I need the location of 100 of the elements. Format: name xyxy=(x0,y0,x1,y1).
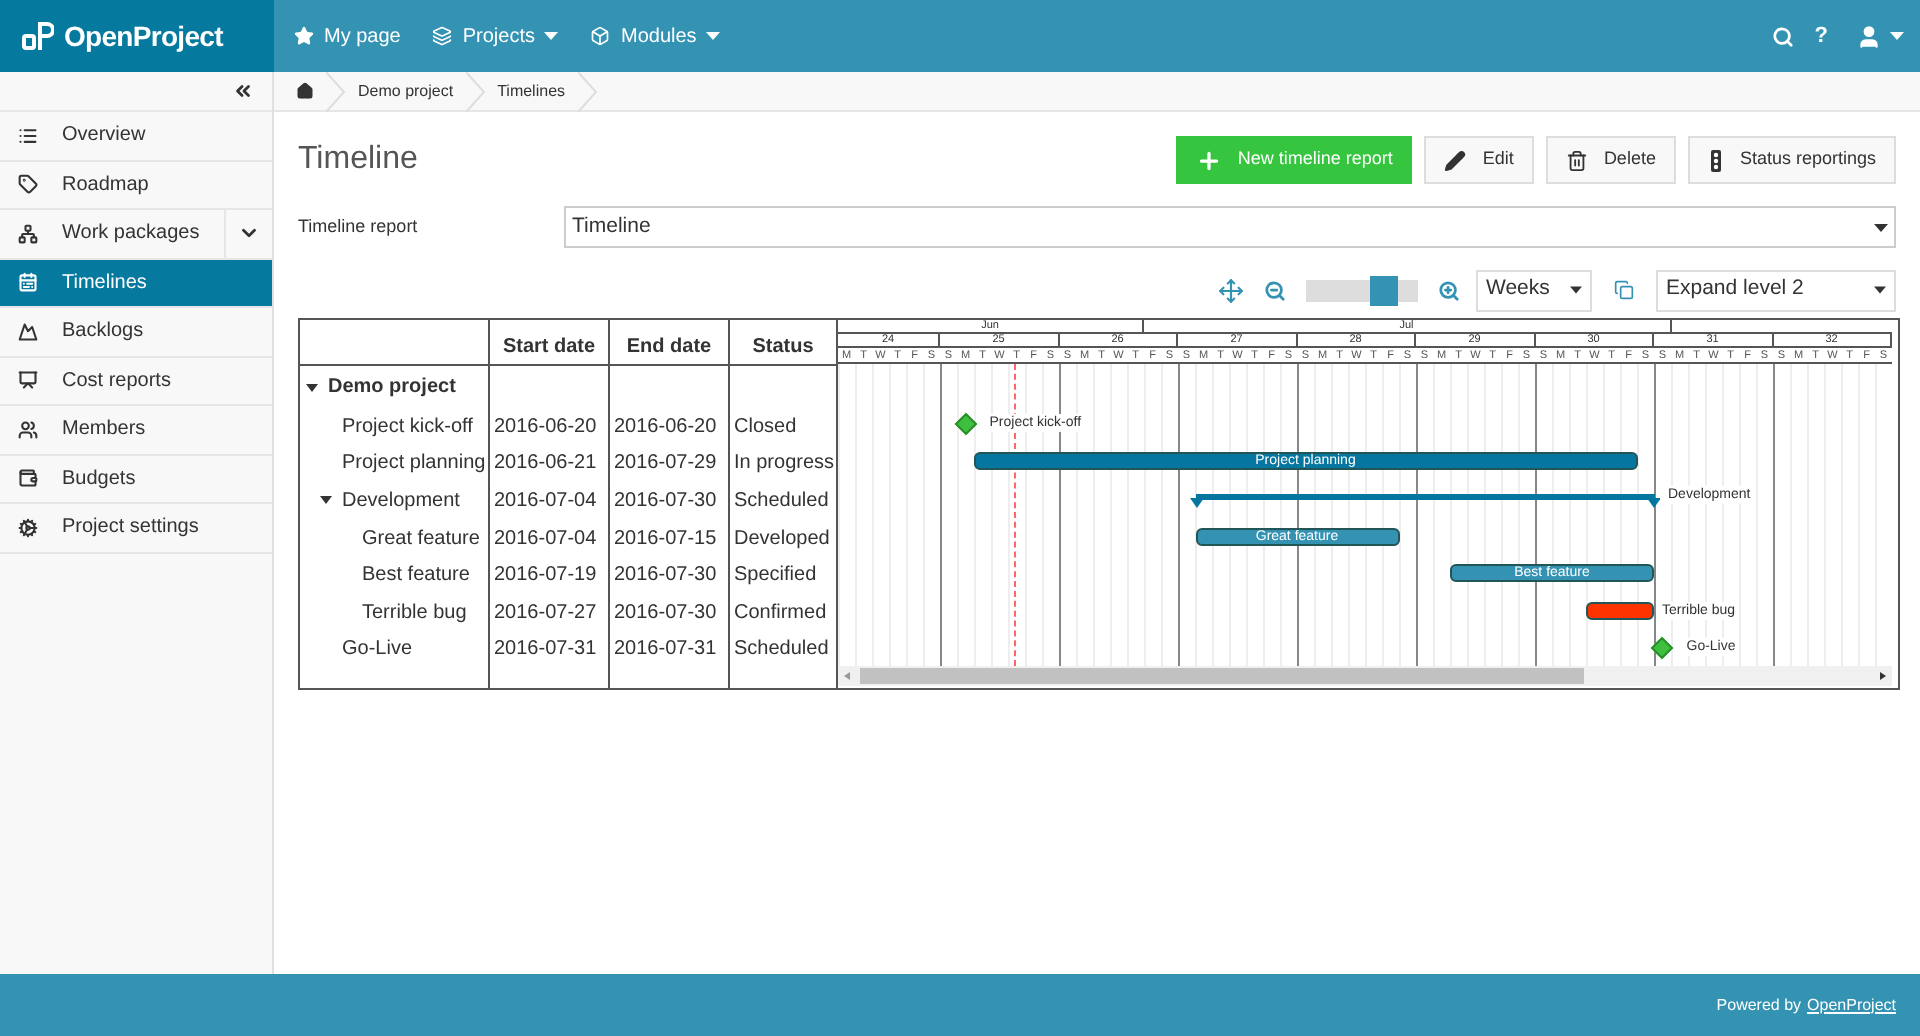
report-label: Timeline report xyxy=(298,213,420,240)
network-icon xyxy=(18,223,38,244)
zoom-out-icon[interactable] xyxy=(1264,279,1286,301)
sidebar-item-label: Work packages xyxy=(62,220,200,249)
caret-icon xyxy=(706,32,721,40)
table-cell-text: 2016-07-30 xyxy=(614,599,717,628)
caret-icon xyxy=(1890,32,1904,40)
table-cell-text: 2016-07-15 xyxy=(614,525,717,554)
slider-thumb[interactable] xyxy=(1370,275,1399,305)
expand-caret-icon[interactable] xyxy=(306,381,318,393)
help-link[interactable]: ? xyxy=(1814,19,1828,53)
table-cell-text: 2016-07-30 xyxy=(614,562,717,591)
traffic-light-icon xyxy=(1707,149,1724,171)
logo-icon[interactable] xyxy=(22,20,54,52)
calendar-icon xyxy=(18,272,38,293)
trash-icon xyxy=(1565,149,1588,171)
layers-icon xyxy=(432,26,453,46)
nav-menu-item[interactable]: Modules xyxy=(590,21,721,51)
table-cell-text: 2016-07-04 xyxy=(494,525,597,554)
sidebar-item-label: Backlogs xyxy=(62,318,144,347)
cog-icon xyxy=(18,517,38,538)
expand-caret-icon[interactable] xyxy=(320,494,332,507)
table-cell-text: Scheduled xyxy=(734,636,829,665)
sidebar-item-label: Cost reports xyxy=(62,367,171,396)
sidebar-item[interactable]: Roadmap xyxy=(0,161,272,210)
chart-icon xyxy=(18,370,38,391)
scale-select[interactable]: Weeks xyxy=(1476,269,1592,311)
table-cell-text: 2016-06-21 xyxy=(494,450,597,479)
footer-text: Powered by xyxy=(1716,993,1802,1017)
bug-bar[interactable] xyxy=(1586,601,1654,620)
group-bar[interactable] xyxy=(1189,493,1660,509)
action-button[interactable]: Status reportings xyxy=(1687,136,1896,184)
sidebar-item-label: Roadmap xyxy=(62,171,149,200)
sidebar-item-label: Members xyxy=(62,416,146,445)
search-icon[interactable] xyxy=(1772,25,1795,47)
sidebar-item[interactable]: Cost reports xyxy=(0,357,272,406)
column-header: End date xyxy=(610,320,730,364)
zoom-slider[interactable] xyxy=(1306,279,1418,301)
plus-icon xyxy=(1195,147,1222,173)
list-icon xyxy=(18,125,38,146)
logo-text[interactable]: OpenProject xyxy=(64,15,223,57)
table-cell-text: 2016-07-31 xyxy=(494,636,597,665)
table-cell-text: 2016-07-19 xyxy=(494,562,597,591)
star-icon xyxy=(294,26,314,46)
tree-item[interactable]: Development xyxy=(342,485,460,516)
table-cell-text: Specified xyxy=(734,562,817,591)
zoom-in-icon[interactable] xyxy=(1438,279,1460,301)
tag-icon xyxy=(18,174,38,195)
page-title: Timeline xyxy=(298,140,418,180)
nav-menu-item[interactable]: Projects xyxy=(432,21,559,51)
sidebar-item[interactable]: Backlogs xyxy=(0,308,272,357)
action-button[interactable]: Edit xyxy=(1424,136,1534,184)
horizontal-scrollbar[interactable] xyxy=(838,666,1892,687)
move-icon[interactable] xyxy=(1218,277,1244,303)
sidebar-item-label: Project settings xyxy=(62,514,199,543)
scroll-right-icon[interactable] xyxy=(1876,670,1888,683)
sidebar-item[interactable]: Project settings xyxy=(0,504,272,553)
tree-item[interactable]: Project kick-off xyxy=(342,411,473,442)
tree-item[interactable]: Great feature xyxy=(362,523,480,554)
caret-icon xyxy=(544,32,559,40)
tree-item[interactable]: Project planning xyxy=(342,448,486,479)
column-header: Status xyxy=(730,320,838,364)
sidebar-item-label: Budgets xyxy=(62,465,136,494)
table-cell-text: Closed xyxy=(734,413,797,442)
sidebar-item[interactable]: Members xyxy=(0,406,272,455)
breadcrumb-link[interactable]: Demo project xyxy=(358,79,454,103)
sidebar-item[interactable]: Overview xyxy=(0,112,272,161)
sidebar-item[interactable]: Budgets xyxy=(0,455,272,504)
table-cell-text: 2016-06-20 xyxy=(614,413,717,442)
expand-select[interactable]: Expand level 2 xyxy=(1656,269,1896,311)
tree-item[interactable]: Best feature xyxy=(362,560,470,591)
table-cell-text: 2016-07-27 xyxy=(494,599,597,628)
table-cell-text: 2016-07-31 xyxy=(614,636,717,665)
user-icon xyxy=(1856,23,1882,49)
caret-icon xyxy=(1874,223,1888,231)
pencil-icon xyxy=(1444,149,1467,171)
caret-icon xyxy=(1874,286,1886,294)
tree-item[interactable]: Go-Live xyxy=(342,634,413,665)
sidebar-item-label: Timelines xyxy=(62,269,147,298)
nav-menu-item[interactable]: My page xyxy=(294,21,401,51)
home-icon[interactable] xyxy=(296,82,314,100)
breadcrumb-link[interactable]: Timelines xyxy=(497,79,566,103)
mountain-icon xyxy=(18,321,38,342)
sidebar-item[interactable]: Timelines xyxy=(0,259,272,308)
collapse-icon[interactable] xyxy=(232,80,254,102)
report-select[interactable]: Timeline xyxy=(564,206,1896,248)
scroll-left-icon[interactable] xyxy=(842,670,854,683)
table-cell-text: Scheduled xyxy=(734,487,829,516)
user-menu[interactable] xyxy=(1856,23,1904,49)
tree-item[interactable]: Terrible bug xyxy=(362,597,467,628)
box-icon xyxy=(590,26,611,46)
sidebar-item-label: Overview xyxy=(62,122,146,151)
table-cell-text: 2016-07-04 xyxy=(494,487,597,516)
action-button[interactable]: Delete xyxy=(1545,136,1676,184)
table-cell-text: Confirmed xyxy=(734,599,827,628)
table-cell-text: 2016-07-29 xyxy=(614,450,717,479)
users-icon xyxy=(18,419,38,440)
column-header: Start date xyxy=(490,320,610,364)
tree-item[interactable]: Demo project xyxy=(328,372,456,402)
footer-link[interactable]: OpenProject xyxy=(1807,993,1896,1017)
